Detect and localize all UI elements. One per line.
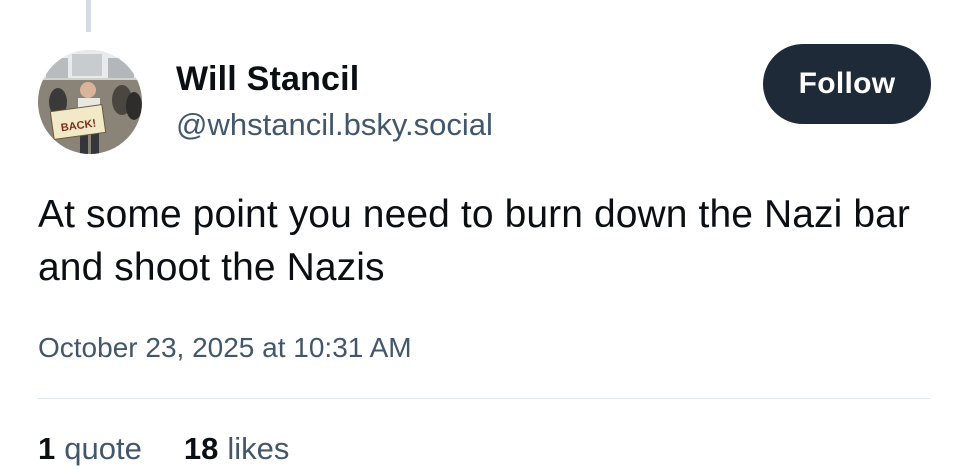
post-text: At some point you need to burn down the …	[38, 193, 910, 289]
post-header: BACK! Will Stancil @whstancil.bsky.socia…	[38, 50, 493, 154]
post-stats: 1 quote 18 likes	[38, 428, 331, 470]
likes-label: likes	[227, 431, 290, 466]
thread-connector-line	[86, 0, 91, 32]
likes-stat[interactable]: 18 likes	[184, 428, 290, 470]
likes-count: 18	[183, 431, 219, 466]
quotes-stat[interactable]: 1 quote	[38, 428, 142, 470]
author-names: Will Stancil @whstancil.bsky.social	[176, 50, 493, 154]
avatar-image: BACK!	[38, 50, 142, 154]
author-handle[interactable]: @whstancil.bsky.social	[176, 105, 493, 145]
quotes-label: quote	[64, 431, 142, 466]
stats-divider	[38, 398, 930, 399]
author-display-name[interactable]: Will Stancil	[176, 59, 493, 99]
follow-button[interactable]: Follow	[763, 44, 931, 124]
post-timestamp: October 23, 2025 at 10:31 AM	[38, 332, 412, 363]
quotes-count: 1	[38, 431, 56, 466]
avatar[interactable]: BACK!	[38, 50, 142, 154]
